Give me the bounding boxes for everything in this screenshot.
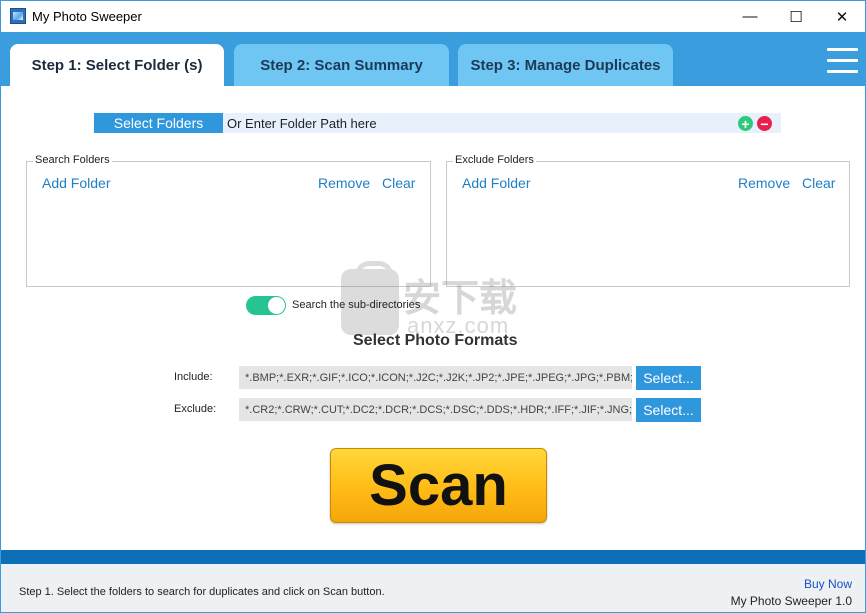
exclude-folders-title: Exclude Folders [453,154,536,166]
search-clear-link[interactable]: Clear [382,175,415,191]
toggle-knob [268,297,285,314]
bottom-divider-band [1,550,865,564]
search-remove-link[interactable]: Remove [318,175,370,191]
exclude-select-button[interactable]: Select... [636,398,701,422]
subdirectories-toggle[interactable] [246,296,286,315]
include-select-button[interactable]: Select... [636,366,701,390]
exclude-folders-group: Exclude Folders Add Folder Remove Clear [446,154,850,287]
folder-path-input[interactable] [223,113,781,133]
hamburger-menu-icon[interactable] [827,48,858,73]
tab-step3-manage-duplicates[interactable]: Step 3: Manage Duplicates [458,44,673,86]
status-message: Step 1. Select the folders to search for… [19,586,385,598]
window-title: My Photo Sweeper [32,9,142,24]
include-formats-field[interactable]: *.BMP;*.EXR;*.GIF;*.ICO;*.ICON;*.J2C;*.J… [239,366,632,389]
maximize-button[interactable]: ☐ [773,1,819,32]
exclude-formats-field[interactable]: *.CR2;*.CRW;*.CUT;*.DC2;*.DCR;*.DCS;*.DS… [239,398,632,421]
subdirectories-label: Search the sub-directories [292,299,421,311]
exclude-clear-link[interactable]: Clear [802,175,835,191]
remove-path-icon[interactable]: − [757,116,772,131]
search-folders-group: Search Folders Add Folder Remove Clear [26,154,431,287]
select-folders-button[interactable]: Select Folders [94,113,223,133]
exclude-remove-link[interactable]: Remove [738,175,790,191]
minimize-button[interactable]: — [727,1,773,32]
search-add-folder-link[interactable]: Add Folder [42,175,110,191]
exclude-add-folder-link[interactable]: Add Folder [462,175,530,191]
exclude-label: Exclude: [174,403,217,415]
tab-bar: Step 1: Select Folder (s) Step 2: Scan S… [1,32,865,86]
scan-button[interactable]: Scan [330,448,547,523]
tab-step1-select-folder[interactable]: Step 1: Select Folder (s) [10,44,224,86]
version-label: My Photo Sweeper 1.0 [730,594,852,608]
close-button[interactable]: ✕ [819,1,865,32]
app-icon [10,8,26,24]
tab-step2-scan-summary[interactable]: Step 2: Scan Summary [234,44,449,86]
buy-now-link[interactable]: Buy Now [804,577,852,591]
include-label: Include: [174,371,213,383]
app-window: My Photo Sweeper — ☐ ✕ Step 1: Select Fo… [0,0,866,613]
formats-title: Select Photo Formats [353,332,518,349]
add-path-icon[interactable]: + [738,116,753,131]
search-folders-title: Search Folders [33,154,112,166]
title-bar: My Photo Sweeper — ☐ ✕ [1,1,865,32]
